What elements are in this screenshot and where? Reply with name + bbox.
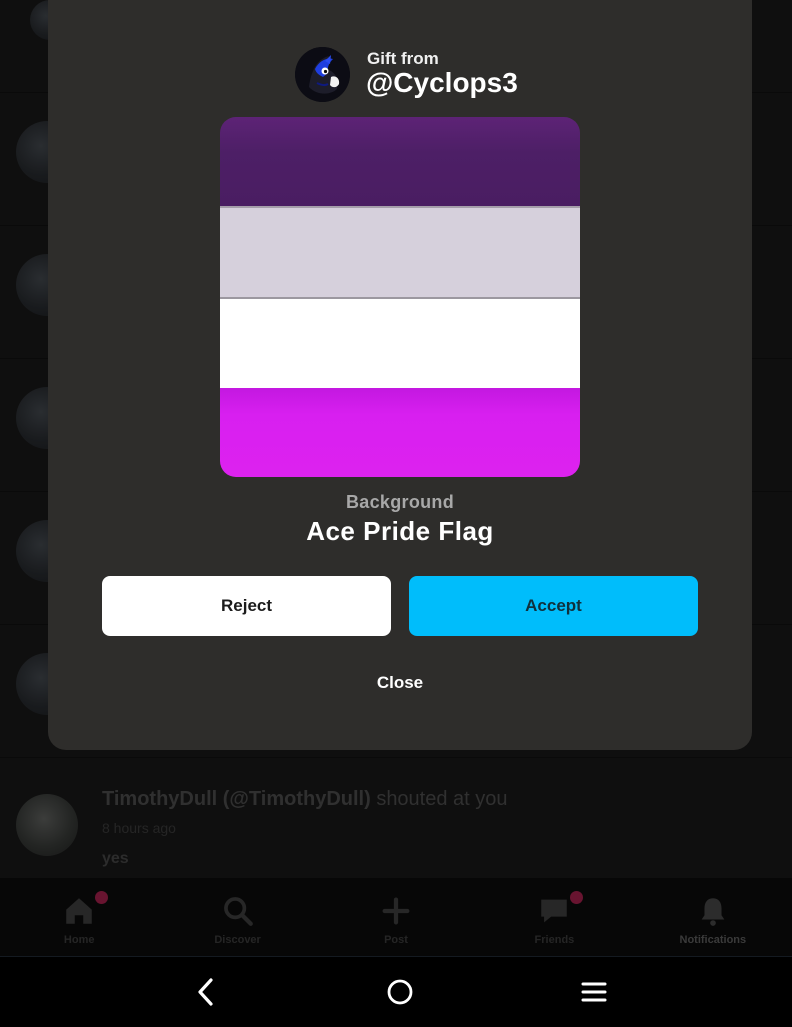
flag-stripe (220, 117, 580, 206)
sender-username[interactable]: @Cyclops3 (366, 67, 518, 99)
flag-stripe (220, 297, 580, 388)
flag-stripe (220, 388, 580, 477)
accept-button[interactable]: Accept (409, 576, 698, 636)
item-name: Ace Pride Flag (306, 516, 494, 546)
sender-avatar[interactable] (295, 47, 350, 102)
reject-button[interactable]: Reject (102, 576, 391, 636)
modal-overlay[interactable]: Gift from @Cyclops3 Background Ace Pride… (0, 0, 792, 957)
home-circle-icon (387, 979, 413, 1005)
ace-pride-flag-preview (220, 117, 580, 477)
menu-button[interactable] (576, 974, 612, 1010)
back-button[interactable] (188, 974, 224, 1010)
flag-stripe (220, 206, 580, 297)
system-nav-bar (0, 957, 792, 1027)
gift-modal: Gift from @Cyclops3 Background Ace Pride… (48, 0, 752, 750)
item-type-label: Background (345, 492, 454, 512)
home-button[interactable] (382, 974, 418, 1010)
back-icon (198, 978, 213, 1006)
gift-from-label: Gift from (367, 49, 439, 68)
menu-icon (581, 982, 607, 1002)
close-button[interactable]: Close (48, 673, 752, 693)
